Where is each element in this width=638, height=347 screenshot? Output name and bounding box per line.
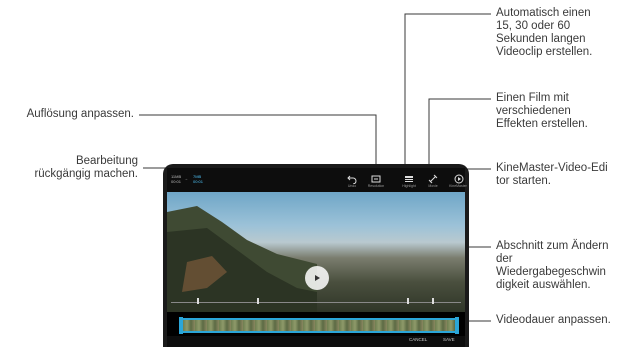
- callout-speed-line2: der: [496, 253, 513, 265]
- callout-resolution-text: Auflösung anpassen.: [26, 108, 134, 120]
- movie-effects-icon: [428, 174, 438, 184]
- cancel-button[interactable]: CANCEL: [409, 337, 427, 342]
- trim-handle-left[interactable]: [179, 317, 183, 334]
- callout-autoclip-line4: Videoclip erstellen.: [496, 46, 593, 58]
- play-icon: [315, 275, 320, 281]
- callout-undo-line1: Bearbeitung: [75, 155, 138, 167]
- callout-autoclip: Automatisch einen 15, 30 oder 60 Sekunde…: [496, 7, 636, 59]
- callout-film-line1: Einen Film mit: [496, 92, 569, 104]
- callout-speed-line1: Abschnitt zum Ändern: [496, 240, 609, 252]
- speed-section-track: [171, 302, 461, 303]
- phone-frame: 11MB 00:01 → 7MB 00:01 Undo Resolution H…: [163, 164, 469, 347]
- target-time: 00:01: [193, 179, 204, 184]
- speed-marker[interactable]: [257, 298, 259, 304]
- resolution-button[interactable]: [371, 171, 381, 183]
- callout-kinemaster-line1: KineMaster-Video-Edi: [496, 162, 608, 174]
- clip-timeline[interactable]: [181, 318, 457, 333]
- callout-undo-line2: rückgängig machen.: [34, 168, 138, 180]
- callout-speed-line4: digkeit auswählen.: [496, 279, 591, 291]
- resolution-icon: [371, 175, 381, 183]
- original-time: 00:01: [171, 179, 182, 184]
- movie-label: Movie: [428, 184, 438, 188]
- kinemaster-icon: [454, 174, 464, 184]
- kinemaster-button[interactable]: [454, 171, 464, 184]
- callout-resolution: Auflösung anpassen.: [2, 108, 134, 121]
- save-button[interactable]: SAVE: [443, 337, 455, 342]
- callout-duration: Videodauer anpassen.: [496, 314, 636, 327]
- callout-duration-text: Videodauer anpassen.: [496, 314, 611, 326]
- resolution-label: Resolution: [367, 184, 385, 188]
- video-editor-screen: 11MB 00:01 → 7MB 00:01 Undo Resolution H…: [167, 168, 467, 347]
- kinemaster-label: KineMaster: [449, 184, 467, 188]
- callout-film-line2: verschiedenen: [496, 105, 571, 117]
- undo-icon: [347, 175, 357, 185]
- speed-marker[interactable]: [432, 298, 434, 304]
- play-button[interactable]: [305, 266, 329, 290]
- highlight-icon: [405, 176, 413, 182]
- callout-autoclip-line2: 15, 30 oder 60: [496, 20, 571, 32]
- callout-speed-line3: Wiedergabegeschwin: [496, 266, 606, 278]
- callout-kinemaster-line2: tor starten.: [496, 175, 551, 187]
- callout-undo: Bearbeitung rückgängig machen.: [2, 155, 138, 181]
- highlight-label: Highlight: [402, 184, 416, 188]
- callout-autoclip-line3: Sekunden langen: [496, 33, 586, 45]
- cliff-landscape: [167, 206, 317, 312]
- callout-autoclip-line1: Automatisch einen: [496, 7, 591, 19]
- size-arrow: →: [184, 176, 188, 181]
- editor-toolbar: [167, 168, 465, 192]
- callout-kinemaster: KineMaster-Video-Edi tor starten.: [496, 162, 636, 188]
- movie-button[interactable]: [428, 171, 438, 184]
- speed-marker[interactable]: [407, 298, 409, 304]
- undo-label: Undo: [347, 184, 357, 188]
- speed-marker[interactable]: [197, 298, 199, 304]
- trim-handle-right[interactable]: [455, 317, 459, 334]
- highlight-button[interactable]: [404, 171, 414, 182]
- callout-film-line3: Effekten erstellen.: [496, 118, 588, 130]
- callout-speed: Abschnitt zum Ändern der Wiedergabegesch…: [496, 240, 636, 292]
- undo-button[interactable]: [347, 171, 357, 185]
- callout-film: Einen Film mit verschiedenen Effekten er…: [496, 92, 636, 131]
